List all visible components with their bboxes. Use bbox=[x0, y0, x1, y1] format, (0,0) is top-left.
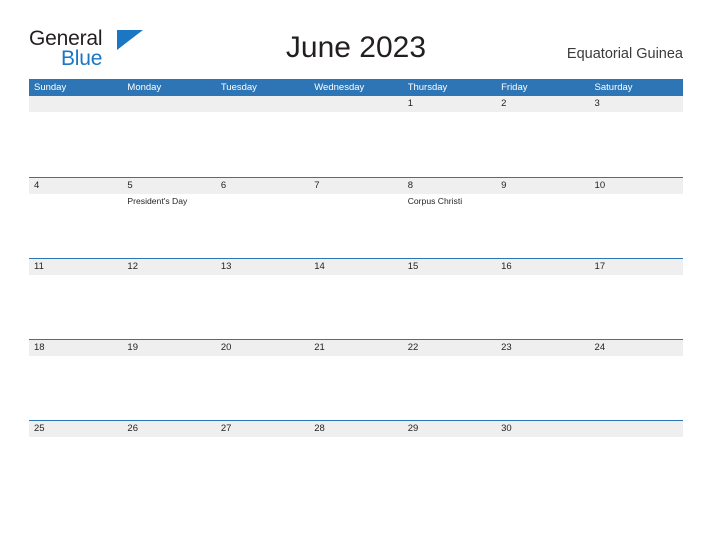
calendar-day-cell[interactable]: 25 bbox=[29, 421, 122, 501]
day-number: 26 bbox=[127, 423, 138, 434]
week-row-inner: 11 12 13 14 15 16 17 bbox=[29, 259, 683, 339]
day-number bbox=[221, 96, 309, 112]
calendar-day-cell-empty bbox=[216, 96, 309, 177]
day-number: 17 bbox=[594, 261, 606, 272]
calendar-week-row: 18 19 20 21 22 23 24 bbox=[29, 339, 683, 420]
calendar-day-cell[interactable]: 7 bbox=[309, 178, 402, 258]
day-number: 4 bbox=[34, 180, 40, 191]
calendar-day-cell[interactable]: 16 bbox=[496, 259, 589, 339]
day-number: 21 bbox=[314, 342, 325, 353]
calendar-day-cell[interactable]: 21 bbox=[309, 340, 402, 420]
calendar-day-cell[interactable]: 4 bbox=[29, 178, 122, 258]
day-number: 11 bbox=[34, 261, 44, 272]
calendar-week-row: 25 26 27 28 29 30 bbox=[29, 420, 683, 501]
day-number: 27 bbox=[220, 423, 232, 434]
week-row-inner: 18 19 20 21 22 23 24 bbox=[29, 340, 683, 420]
day-number: 7 bbox=[314, 180, 320, 191]
holiday-label: President's Day bbox=[127, 196, 188, 206]
day-number: 15 bbox=[407, 261, 419, 272]
weekday-header-wednesday: Wednesday bbox=[314, 82, 365, 93]
day-number bbox=[595, 421, 683, 437]
weekday-header-friday: Friday bbox=[501, 82, 528, 93]
calendar-day-cell[interactable]: 20 bbox=[216, 340, 309, 420]
day-number: 2 bbox=[501, 98, 507, 109]
calendar-day-cell[interactable]: 18 bbox=[29, 340, 122, 420]
day-number: 3 bbox=[594, 98, 600, 109]
day-number: 14 bbox=[314, 261, 325, 272]
day-number: 12 bbox=[127, 261, 138, 272]
holiday-label: Corpus Christi bbox=[407, 196, 463, 206]
calendar-day-cell[interactable]: 22 bbox=[403, 340, 496, 420]
calendar-day-cell[interactable]: 30 bbox=[496, 421, 589, 501]
calendar-day-cell[interactable]: 11 bbox=[29, 259, 122, 339]
calendar-week-row: 1 2 3 bbox=[29, 96, 683, 177]
weekday-header-saturday: Saturday bbox=[594, 82, 633, 93]
day-number: 20 bbox=[220, 342, 232, 353]
day-number: 16 bbox=[501, 261, 512, 272]
day-number bbox=[34, 96, 122, 112]
calendar-week-row: 4 5 President's Day 6 7 8 Corpus Christi 9 10 bbox=[29, 177, 683, 258]
calendar-day-cell[interactable]: 17 bbox=[590, 259, 683, 339]
calendar-day-cell[interactable]: 23 bbox=[496, 340, 589, 420]
calendar-day-cell[interactable]: 15 bbox=[403, 259, 496, 339]
calendar-day-cell[interactable]: 12 bbox=[122, 259, 215, 339]
day-number: 1 bbox=[407, 98, 413, 109]
calendar-day-cell[interactable]: 3 bbox=[590, 96, 683, 177]
day-number: 13 bbox=[220, 261, 232, 272]
weekday-header-monday: Monday bbox=[127, 82, 162, 93]
week-row-inner: 25 26 27 28 29 30 bbox=[29, 421, 683, 501]
calendar-day-cell[interactable]: 14 bbox=[309, 259, 402, 339]
page-header: General Blue June 2023 Equatorial Guinea bbox=[0, 0, 712, 79]
day-number: 23 bbox=[501, 342, 512, 353]
week-row-inner: 1 2 3 bbox=[29, 96, 683, 177]
day-events: President's Day bbox=[127, 194, 215, 207]
weekday-header-tuesday: Tuesday bbox=[220, 82, 257, 93]
calendar-grid: Sunday Monday Tuesday Wednesday Thursday Frid… bbox=[29, 79, 683, 501]
day-number: 29 bbox=[407, 423, 419, 434]
calendar-day-cell[interactable]: 28 bbox=[309, 421, 402, 501]
day-number: 5 bbox=[127, 180, 133, 191]
day-number: 10 bbox=[594, 180, 606, 191]
calendar-day-cell-empty bbox=[309, 96, 402, 177]
calendar-day-cell[interactable]: 10 bbox=[590, 178, 683, 258]
calendar-day-cell-empty bbox=[590, 421, 683, 501]
week-row-inner: 4 5 President's Day 6 7 8 Corpus Christi 9 10 bbox=[29, 178, 683, 258]
calendar-day-cell[interactable]: 9 bbox=[496, 178, 589, 258]
day-number: 18 bbox=[34, 342, 45, 353]
day-number: 25 bbox=[34, 423, 45, 434]
day-number bbox=[314, 96, 402, 112]
calendar-day-cell[interactable]: 24 bbox=[590, 340, 683, 420]
weekday-header-sunday: Sunday bbox=[34, 82, 67, 93]
calendar-week-row: 11 12 13 14 15 16 17 bbox=[29, 258, 683, 339]
day-number bbox=[127, 96, 215, 112]
calendar-day-cell[interactable]: 19 bbox=[122, 340, 215, 420]
day-number: 24 bbox=[594, 342, 606, 353]
calendar-day-cell[interactable]: 6 bbox=[216, 178, 309, 258]
day-number: 6 bbox=[220, 180, 227, 191]
calendar-day-cell-empty bbox=[122, 96, 215, 177]
day-number: 19 bbox=[127, 342, 138, 353]
calendar-day-cell[interactable]: 27 bbox=[216, 421, 309, 501]
weekday-header-thursday: Thursday bbox=[407, 82, 448, 93]
calendar-day-cell[interactable]: 2 bbox=[496, 96, 589, 177]
day-events: Corpus Christi bbox=[408, 194, 496, 207]
calendar-day-cell-empty bbox=[29, 96, 122, 177]
day-number: 28 bbox=[314, 423, 325, 434]
calendar-day-cell[interactable]: 13 bbox=[216, 259, 309, 339]
calendar-day-cell[interactable]: 8 Corpus Christi bbox=[403, 178, 496, 258]
calendar-day-cell[interactable]: 5 President's Day bbox=[122, 178, 215, 258]
calendar-day-cell[interactable]: 1 bbox=[403, 96, 496, 177]
day-number: 22 bbox=[407, 342, 419, 353]
calendar-day-cell[interactable]: 26 bbox=[122, 421, 215, 501]
calendar-weeks: 1 2 3 4 5 President's Day 6 7 8 Corpus Christi 9 10… bbox=[29, 96, 683, 501]
weekday-header-row: Sunday Monday Tuesday Wednesday Thursday Frid… bbox=[29, 79, 683, 96]
calendar-day-cell[interactable]: 29 bbox=[403, 421, 496, 501]
day-number: 9 bbox=[501, 180, 507, 191]
day-number: 30 bbox=[501, 423, 512, 434]
country-label: Equatorial Guinea bbox=[566, 46, 683, 62]
day-number: 8 bbox=[407, 180, 413, 191]
